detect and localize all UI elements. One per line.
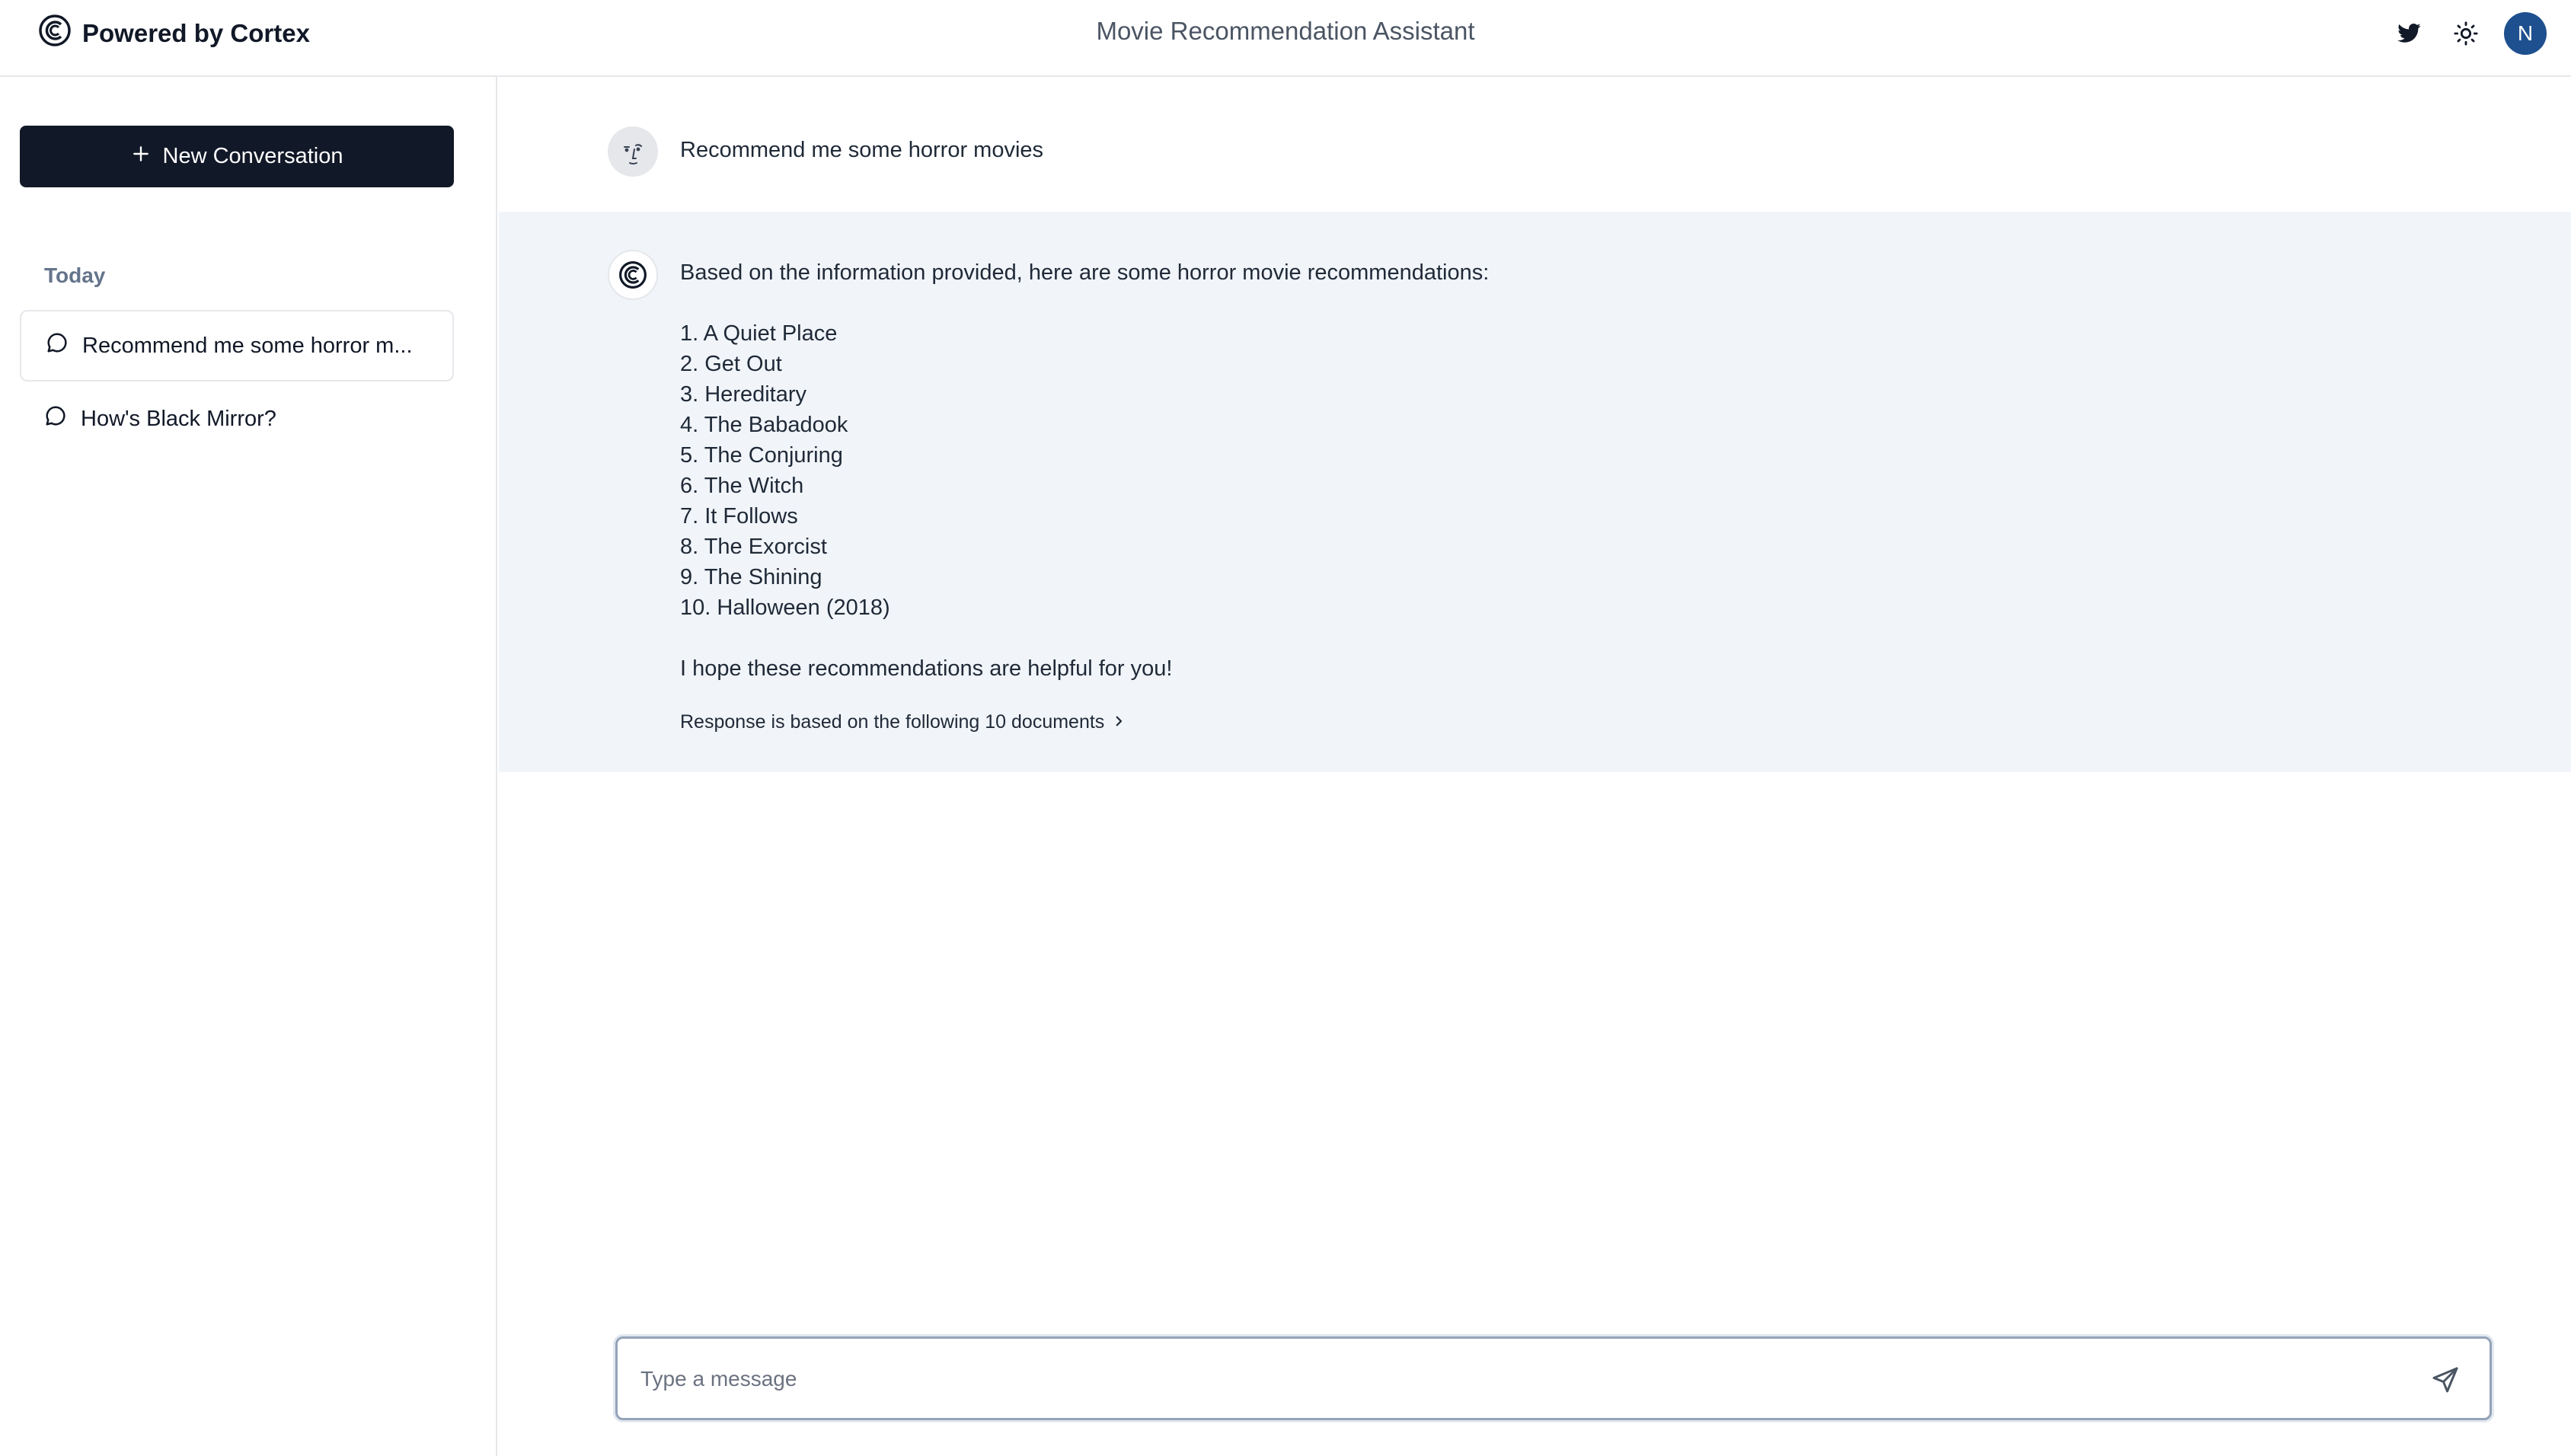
send-icon[interactable]	[2427, 1362, 2464, 1398]
list-item: 2. Get Out	[680, 352, 782, 376]
brand[interactable]: Powered by Cortex	[38, 14, 310, 53]
brand-label: Powered by Cortex	[82, 19, 310, 47]
list-item: 4. The Babadook	[680, 413, 848, 437]
page-title: Movie Recommendation Assistant	[1096, 17, 1475, 45]
list-item: 9. The Shining	[680, 565, 822, 589]
message-input[interactable]	[640, 1357, 2392, 1401]
sources-toggle[interactable]: Response is based on the following 10 do…	[680, 707, 1126, 737]
user-avatar[interactable]: N	[2504, 12, 2547, 55]
conversation-item[interactable]: How's Black Mirror?	[20, 383, 454, 455]
top-bar: Powered by Cortex Movie Recommendation A…	[0, 0, 2571, 77]
new-conversation-label: New Conversation	[162, 144, 343, 168]
list-item: 7. It Follows	[680, 504, 798, 528]
list-item: 10. Halloween (2018)	[680, 595, 890, 620]
list-item: 8. The Exorcist	[680, 535, 827, 559]
list-item: 5. The Conjuring	[680, 443, 843, 468]
list-item: 6. The Witch	[680, 474, 804, 498]
assistant-outro-text: I hope these recommendations are helpful…	[680, 656, 1173, 681]
user-message-text: Recommend me some horror movies	[680, 138, 1044, 162]
message-composer	[615, 1336, 2492, 1420]
sources-label: Response is based on the following 10 do…	[680, 711, 1105, 733]
user-face-icon	[608, 126, 658, 177]
chat-bubble-icon	[44, 404, 67, 433]
conversation-item[interactable]: Recommend me some horror m...	[20, 310, 454, 382]
user-message: Recommend me some horror movies	[499, 77, 2571, 212]
recommendation-list: 1. A Quiet Place 2. Get Out 3. Hereditar…	[680, 318, 2432, 623]
sidebar: New Conversation Today Recommend me some…	[0, 77, 497, 1456]
cortex-logo-icon	[608, 250, 658, 300]
plus-icon	[131, 144, 151, 170]
new-conversation-button[interactable]: New Conversation	[20, 126, 454, 187]
assistant-intro-text: Based on the information provided, here …	[680, 260, 1490, 285]
assistant-message-body: Based on the information provided, here …	[680, 257, 2432, 737]
chat-panel: Recommend me some horror movies Based on…	[499, 77, 2571, 1456]
list-item: 3. Hereditary	[680, 382, 807, 407]
sun-icon[interactable]	[2448, 15, 2484, 52]
conversation-item-label: How's Black Mirror?	[81, 406, 276, 431]
twitter-icon[interactable]	[2391, 15, 2428, 52]
header-actions: N	[2391, 12, 2547, 55]
chat-bubble-icon	[46, 331, 69, 360]
cortex-logo-icon	[38, 14, 72, 53]
list-item: 1. A Quiet Place	[680, 321, 838, 346]
chevron-right-icon	[1112, 707, 1126, 737]
section-label-today: Today	[44, 263, 106, 287]
conversation-item-label: Recommend me some horror m...	[82, 333, 413, 358]
assistant-message: Based on the information provided, here …	[499, 212, 2571, 772]
